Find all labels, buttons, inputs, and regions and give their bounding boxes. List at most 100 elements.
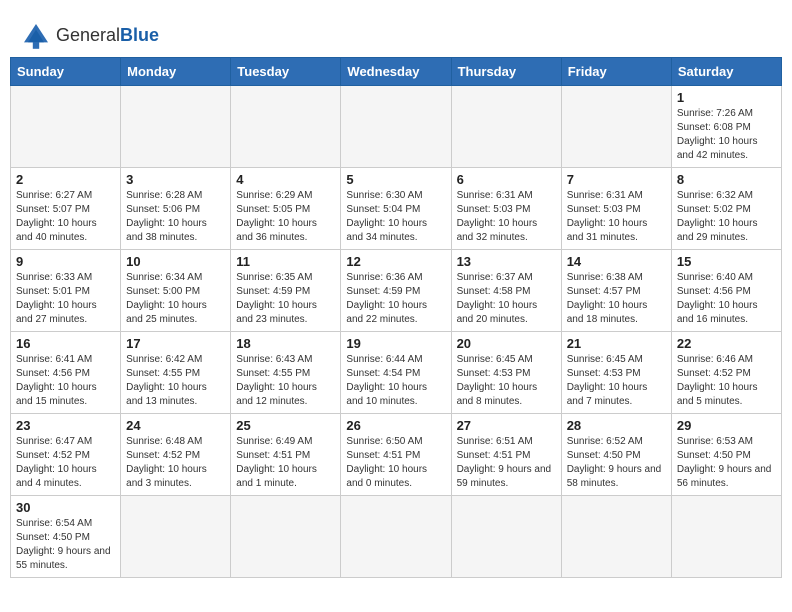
day-number: 28 [567, 418, 666, 433]
calendar-cell [341, 496, 451, 578]
day-info: Sunrise: 6:29 AM Sunset: 5:05 PM Dayligh… [236, 189, 335, 245]
calendar-cell: 30Sunrise: 6:54 AM Sunset: 4:50 PM Dayli… [11, 496, 121, 578]
calendar-cell [231, 86, 341, 168]
day-number: 17 [126, 336, 225, 351]
day-info: Sunrise: 6:37 AM Sunset: 4:58 PM Dayligh… [457, 271, 556, 327]
calendar-cell: 17 Sunrise: 6:42 AM Sunset: 4:55 PM Dayli… [121, 332, 231, 414]
day-number: 6 [457, 172, 556, 187]
calendar-cell: 4 Sunrise: 6:29 AM Sunset: 5:05 PM Daylig… [231, 168, 341, 250]
calendar-cell: 6 Sunrise: 6:31 AM Sunset: 5:03 PM Daylig… [451, 168, 561, 250]
calendar-cell [671, 496, 781, 578]
day-info: Sunrise: 6:33 AM Sunset: 5:01 PM Dayligh… [16, 271, 115, 327]
day-number: 13 [457, 254, 556, 269]
calendar-cell [451, 496, 561, 578]
calendar-cell: 10 Sunrise: 6:34 AM Sunset: 5:00 PM Dayli… [121, 250, 231, 332]
day-info: Sunrise: 6:35 AM Sunset: 4:59 PM Dayligh… [236, 271, 335, 327]
calendar-cell: 8Sunrise: 6:32 AM Sunset: 5:02 PM Daylig… [671, 168, 781, 250]
day-info: Sunrise: 6:52 AM Sunset: 4:50 PM Dayligh… [567, 435, 666, 491]
calendar-cell: 3Sunrise: 6:28 AM Sunset: 5:06 PM Daylig… [121, 168, 231, 250]
day-info: Sunrise: 6:32 AM Sunset: 5:02 PM Dayligh… [677, 189, 776, 245]
calendar-cell: 12 Sunrise: 6:36 AM Sunset: 4:59 PM Dayli… [341, 250, 451, 332]
calendar-header-row: SundayMondayTuesdayWednesdayThursdayFrid… [11, 58, 782, 86]
day-info: Sunrise: 6:48 AM Sunset: 4:52 PM Dayligh… [126, 435, 225, 491]
day-number: 27 [457, 418, 556, 433]
calendar-cell [561, 496, 671, 578]
calendar-cell: 20Sunrise: 6:45 AM Sunset: 4:53 PM Dayli… [451, 332, 561, 414]
day-info: Sunrise: 6:27 AM Sunset: 5:07 PM Dayligh… [16, 189, 115, 245]
calendar-week-3: 16 Sunrise: 6:41 AM Sunset: 4:56 PM Dayli… [11, 332, 782, 414]
calendar-cell: 21Sunrise: 6:45 AM Sunset: 4:53 PM Dayli… [561, 332, 671, 414]
day-number: 3 [126, 172, 225, 187]
day-number: 20 [457, 336, 556, 351]
day-number: 7 [567, 172, 666, 187]
calendar-cell: 11 Sunrise: 6:35 AM Sunset: 4:59 PM Dayli… [231, 250, 341, 332]
day-info: Sunrise: 6:44 AM Sunset: 4:54 PM Dayligh… [346, 353, 445, 409]
day-number: 26 [346, 418, 445, 433]
calendar-week-0: 1 Sunrise: 7:26 AM Sunset: 6:08 PM Daylig… [11, 86, 782, 168]
calendar-cell: 24 Sunrise: 6:48 AM Sunset: 4:52 PM Dayli… [121, 414, 231, 496]
calendar-cell: 22Sunrise: 6:46 AM Sunset: 4:52 PM Dayli… [671, 332, 781, 414]
day-number: 1 [677, 90, 776, 105]
day-number: 25 [236, 418, 335, 433]
day-number: 24 [126, 418, 225, 433]
day-info: Sunrise: 6:41 AM Sunset: 4:56 PM Dayligh… [16, 353, 115, 409]
calendar-cell: 15 Sunrise: 6:40 AM Sunset: 4:56 PM Dayli… [671, 250, 781, 332]
calendar-week-1: 2 Sunrise: 6:27 AM Sunset: 5:07 PM Daylig… [11, 168, 782, 250]
calendar-week-2: 9 Sunrise: 6:33 AM Sunset: 5:01 PM Daylig… [11, 250, 782, 332]
day-number: 5 [346, 172, 445, 187]
day-info: Sunrise: 6:30 AM Sunset: 5:04 PM Dayligh… [346, 189, 445, 245]
day-info: Sunrise: 6:42 AM Sunset: 4:55 PM Dayligh… [126, 353, 225, 409]
calendar-cell [11, 86, 121, 168]
day-info: Sunrise: 6:36 AM Sunset: 4:59 PM Dayligh… [346, 271, 445, 327]
day-info: Sunrise: 6:31 AM Sunset: 5:03 PM Dayligh… [567, 189, 666, 245]
day-number: 9 [16, 254, 115, 269]
logo: GeneralBlue [20, 20, 159, 52]
logo-blue-text: Blue [120, 25, 159, 45]
calendar-cell [451, 86, 561, 168]
day-number: 12 [346, 254, 445, 269]
day-info: Sunrise: 6:50 AM Sunset: 4:51 PM Dayligh… [346, 435, 445, 491]
day-header-thursday: Thursday [451, 58, 561, 86]
calendar-cell: 18Sunrise: 6:43 AM Sunset: 4:55 PM Dayli… [231, 332, 341, 414]
day-info: Sunrise: 6:43 AM Sunset: 4:55 PM Dayligh… [236, 353, 335, 409]
calendar-cell [121, 86, 231, 168]
day-info: Sunrise: 6:47 AM Sunset: 4:52 PM Dayligh… [16, 435, 115, 491]
day-number: 19 [346, 336, 445, 351]
day-info: Sunrise: 6:38 AM Sunset: 4:57 PM Dayligh… [567, 271, 666, 327]
day-header-sunday: Sunday [11, 58, 121, 86]
calendar-cell: 27 Sunrise: 6:51 AM Sunset: 4:51 PM Dayli… [451, 414, 561, 496]
calendar-cell: 28 Sunrise: 6:52 AM Sunset: 4:50 PM Dayli… [561, 414, 671, 496]
day-number: 15 [677, 254, 776, 269]
calendar-cell: 26 Sunrise: 6:50 AM Sunset: 4:51 PM Dayli… [341, 414, 451, 496]
calendar-cell [561, 86, 671, 168]
day-number: 30 [16, 500, 115, 515]
calendar-cell: 1 Sunrise: 7:26 AM Sunset: 6:08 PM Daylig… [671, 86, 781, 168]
day-info: Sunrise: 6:34 AM Sunset: 5:00 PM Dayligh… [126, 271, 225, 327]
day-info: Sunrise: 6:40 AM Sunset: 4:56 PM Dayligh… [677, 271, 776, 327]
calendar-cell [121, 496, 231, 578]
calendar-cell: 9 Sunrise: 6:33 AM Sunset: 5:01 PM Daylig… [11, 250, 121, 332]
day-header-friday: Friday [561, 58, 671, 86]
calendar-cell: 19 Sunrise: 6:44 AM Sunset: 4:54 PM Dayli… [341, 332, 451, 414]
calendar: SundayMondayTuesdayWednesdayThursdayFrid… [10, 57, 782, 578]
day-number: 4 [236, 172, 335, 187]
day-header-tuesday: Tuesday [231, 58, 341, 86]
day-info: Sunrise: 7:26 AM Sunset: 6:08 PM Dayligh… [677, 107, 776, 163]
calendar-cell: 23 Sunrise: 6:47 AM Sunset: 4:52 PM Dayli… [11, 414, 121, 496]
day-number: 10 [126, 254, 225, 269]
calendar-cell [231, 496, 341, 578]
day-info: Sunrise: 6:49 AM Sunset: 4:51 PM Dayligh… [236, 435, 335, 491]
calendar-cell: 25 Sunrise: 6:49 AM Sunset: 4:51 PM Dayli… [231, 414, 341, 496]
day-info: Sunrise: 6:51 AM Sunset: 4:51 PM Dayligh… [457, 435, 556, 491]
day-number: 2 [16, 172, 115, 187]
day-number: 16 [16, 336, 115, 351]
logo-icon [20, 20, 52, 52]
calendar-cell: 13 Sunrise: 6:37 AM Sunset: 4:58 PM Dayli… [451, 250, 561, 332]
calendar-cell: 2 Sunrise: 6:27 AM Sunset: 5:07 PM Daylig… [11, 168, 121, 250]
logo-text: GeneralBlue [56, 26, 159, 46]
calendar-cell: 14Sunrise: 6:38 AM Sunset: 4:57 PM Dayli… [561, 250, 671, 332]
day-number: 23 [16, 418, 115, 433]
day-number: 11 [236, 254, 335, 269]
calendar-cell: 5 Sunrise: 6:30 AM Sunset: 5:04 PM Daylig… [341, 168, 451, 250]
day-info: Sunrise: 6:31 AM Sunset: 5:03 PM Dayligh… [457, 189, 556, 245]
